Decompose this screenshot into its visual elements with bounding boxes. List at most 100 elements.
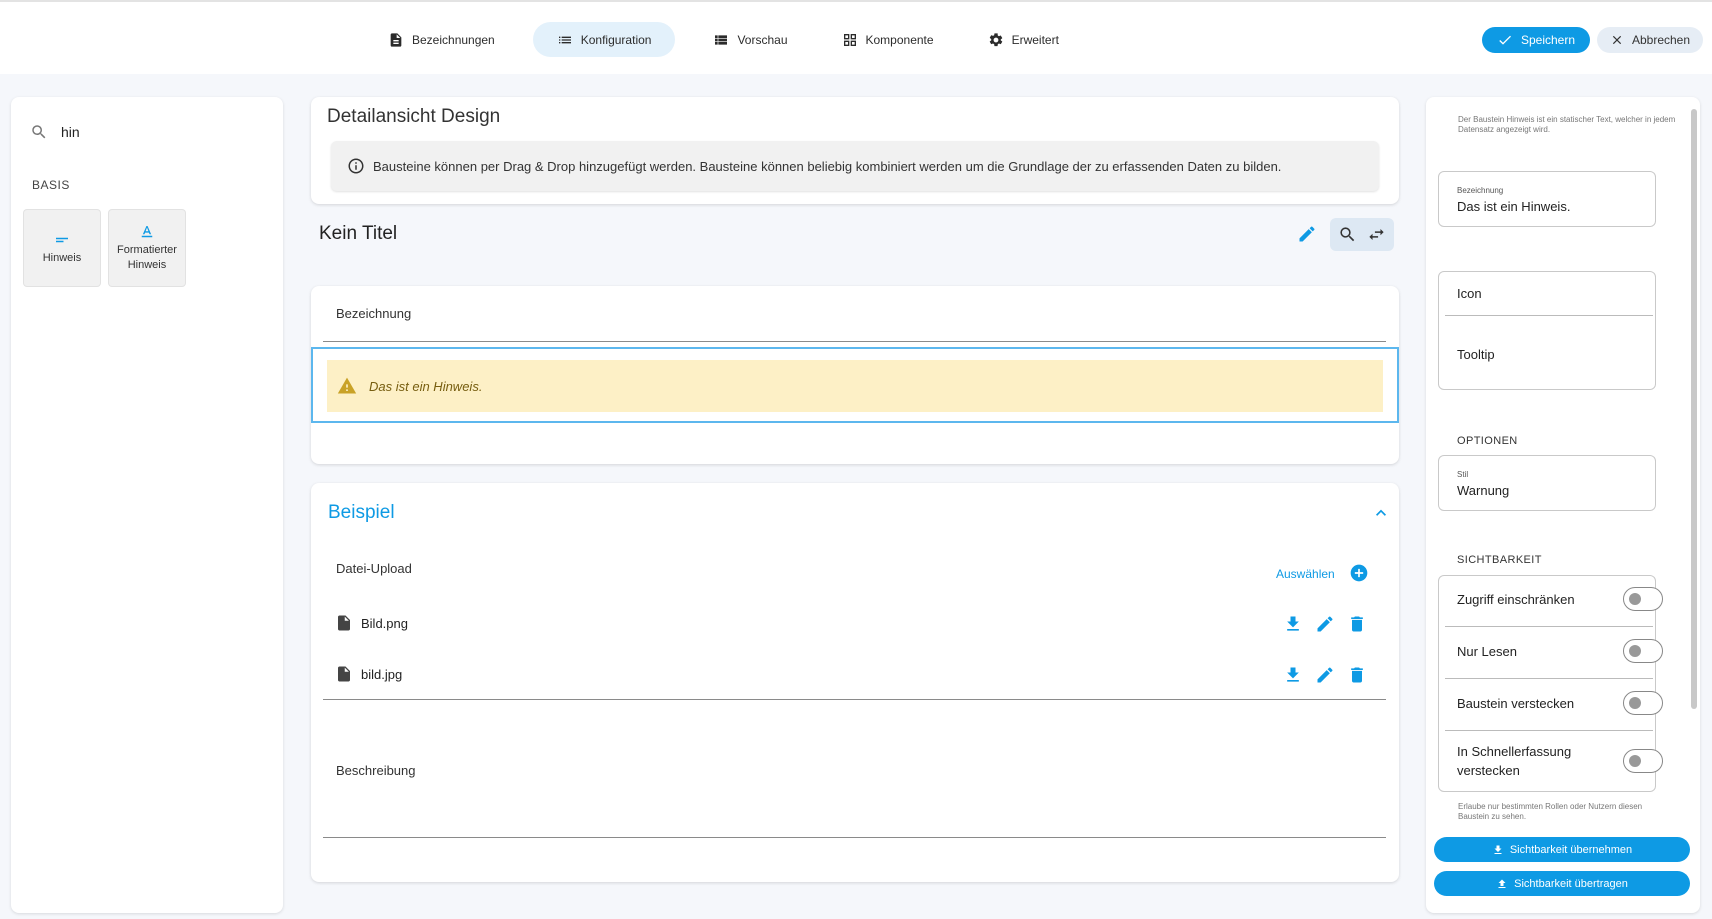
close-icon (1612, 35, 1622, 45)
transfer-visibility-button[interactable]: Sichtbarkeit übertragen (1434, 871, 1690, 896)
top-toolbar: Bezeichnungen Konfiguration Vorschau Kom… (0, 0, 1712, 74)
short-text-icon (56, 237, 68, 242)
palette-item-formatierter-hinweis[interactable]: Formatierter Hinweis (109, 210, 185, 286)
hide-quick-entry-toggle[interactable] (1623, 749, 1663, 773)
tab-label: Erweitert (1011, 32, 1059, 47)
icon-field-label[interactable]: Icon (1457, 286, 1482, 301)
tab-label: Vorschau (737, 32, 788, 47)
search-icon (32, 125, 46, 139)
tab-erweitert[interactable]: Erweitert (972, 22, 1075, 57)
component-palette: BASIS Hinweis Formatierter Hinweis (11, 97, 283, 913)
edit-icon[interactable] (1315, 665, 1335, 685)
selected-hint-block[interactable]: Das ist ein Hinweis. (311, 347, 1399, 423)
save-button[interactable]: Speichern (1482, 27, 1590, 53)
description-underline (323, 837, 1386, 838)
add-file-icon[interactable] (1349, 563, 1369, 583)
style-field-label: Stil (1457, 470, 1469, 479)
read-only-toggle[interactable] (1623, 639, 1663, 663)
divider (1445, 626, 1653, 627)
toggle-label: Baustein verstecken (1457, 696, 1575, 711)
select-file-link[interactable]: Auswählen (1276, 567, 1335, 581)
transfer-visibility-label: Sichtbarkeit übertragen (1514, 877, 1628, 890)
design-header-card: Detailansicht Design Bausteine können pe… (311, 97, 1399, 204)
tab-komponente[interactable]: Komponente (826, 22, 950, 57)
toggle-row-read-only: Nur Lesen (1439, 628, 1663, 679)
delete-icon[interactable] (1347, 614, 1367, 634)
search-icon[interactable] (1338, 225, 1357, 244)
warning-icon (337, 377, 357, 394)
toggle-row-restrict-access: Zugriff einschränken (1439, 576, 1663, 627)
file-row: Bild.png (335, 614, 408, 632)
restrict-access-toggle[interactable] (1623, 587, 1663, 611)
visibility-hint: Erlaube nur bestimmten Rollen oder Nutze… (1458, 802, 1643, 821)
edit-icon[interactable] (1315, 614, 1335, 634)
page-title: Detailansicht Design (327, 106, 501, 127)
name-field[interactable]: Bezeichnung Das ist ein Hinweis. (1438, 171, 1656, 227)
hide-component-toggle[interactable] (1623, 691, 1663, 715)
tab-bezeichnungen[interactable]: Bezeichnungen (372, 22, 511, 57)
name-field-value: Das ist ein Hinweis. (1457, 199, 1571, 214)
cancel-label: Abbrechen (1631, 33, 1691, 47)
palette-item-label: Hinweis (42, 251, 82, 264)
warning-text: Das ist ein Hinweis. (369, 378, 483, 394)
example-title: Beispiel (328, 502, 395, 523)
description-label: Beschreibung (336, 763, 416, 778)
upload-icon (1498, 879, 1506, 888)
download-icon[interactable] (1283, 665, 1303, 685)
swap-icon[interactable] (1367, 225, 1386, 244)
visibility-heading: SICHTBARKEIT (1457, 554, 1542, 566)
tab-label: Bezeichnungen (412, 32, 495, 47)
list-icon (558, 36, 571, 43)
apply-visibility-button[interactable]: Sichtbarkeit übernehmen (1434, 837, 1690, 862)
toggle-row-hide-quick-entry: In Schnellerfassung verstecken (1439, 732, 1663, 792)
tab-label: Konfiguration (580, 32, 652, 47)
file-name: Bild.png (361, 615, 408, 631)
visibility-group: Zugriff einschränken Nur Lesen Baustein … (1438, 575, 1663, 792)
file-icon (338, 615, 350, 631)
section-label-basis: BASIS (32, 178, 70, 192)
text-format-icon (141, 226, 153, 238)
check-icon (1499, 35, 1511, 45)
chevron-up-icon[interactable] (1371, 503, 1391, 523)
file-icon (338, 666, 350, 682)
example-card: Beispiel Datei-Upload Auswählen Bild.png… (311, 483, 1399, 882)
upload-label: Datei-Upload (336, 561, 412, 576)
file-name: bild.jpg (361, 666, 403, 682)
field-underline (323, 341, 1386, 342)
style-field-value: Warnung (1457, 483, 1510, 498)
field-label: Bezeichnung (336, 306, 412, 321)
upload-underline (323, 699, 1386, 700)
save-label: Speichern (1520, 33, 1576, 47)
info-text: Bausteine können per Drag & Drop hinzuge… (373, 158, 1282, 174)
delete-icon[interactable] (1347, 665, 1367, 685)
search-input[interactable] (61, 119, 261, 145)
cancel-button[interactable]: Abbrechen (1597, 27, 1703, 53)
edit-title-icon[interactable] (1297, 224, 1317, 244)
download-icon[interactable] (1283, 614, 1303, 634)
style-select[interactable]: Stil Warnung (1438, 455, 1656, 511)
tab-vorschau[interactable]: Vorschau (697, 22, 803, 57)
tab-bar: Bezeichnungen Konfiguration Vorschau Kom… (372, 22, 1097, 57)
toggle-label: In Schnellerfassung verstecken (1457, 744, 1572, 778)
divider (1445, 678, 1653, 679)
tab-konfiguration[interactable]: Konfiguration (532, 22, 676, 57)
palette-item-label: Formatierter Hinweis (117, 244, 177, 271)
document-icon (390, 32, 402, 47)
warning-hint: Das ist ein Hinweis. (327, 360, 1383, 412)
icon-tooltip-group: Icon Tooltip (1438, 271, 1656, 390)
tooltip-field-label[interactable]: Tooltip (1457, 347, 1495, 362)
palette-item-hinweis[interactable]: Hinweis (24, 210, 100, 286)
divider (1445, 730, 1653, 731)
download-icon (1494, 845, 1502, 854)
properties-panel: Der Baustein Hinweis ist ein statischer … (1426, 97, 1700, 913)
component-hint: Der Baustein Hinweis ist ein statischer … (1458, 115, 1676, 134)
divider (1445, 315, 1653, 316)
toggle-row-hide-component: Baustein verstecken (1439, 680, 1663, 731)
name-field-label: Bezeichnung (1457, 186, 1504, 195)
file-row: bild.jpg (335, 665, 402, 683)
info-box: Bausteine können per Drag & Drop hinzuge… (331, 141, 1379, 191)
tab-label: Komponente (865, 32, 934, 47)
scrollbar[interactable] (1691, 109, 1697, 709)
apply-visibility-label: Sichtbarkeit übernehmen (1509, 843, 1633, 856)
toggle-label: Zugriff einschränken (1457, 592, 1575, 607)
